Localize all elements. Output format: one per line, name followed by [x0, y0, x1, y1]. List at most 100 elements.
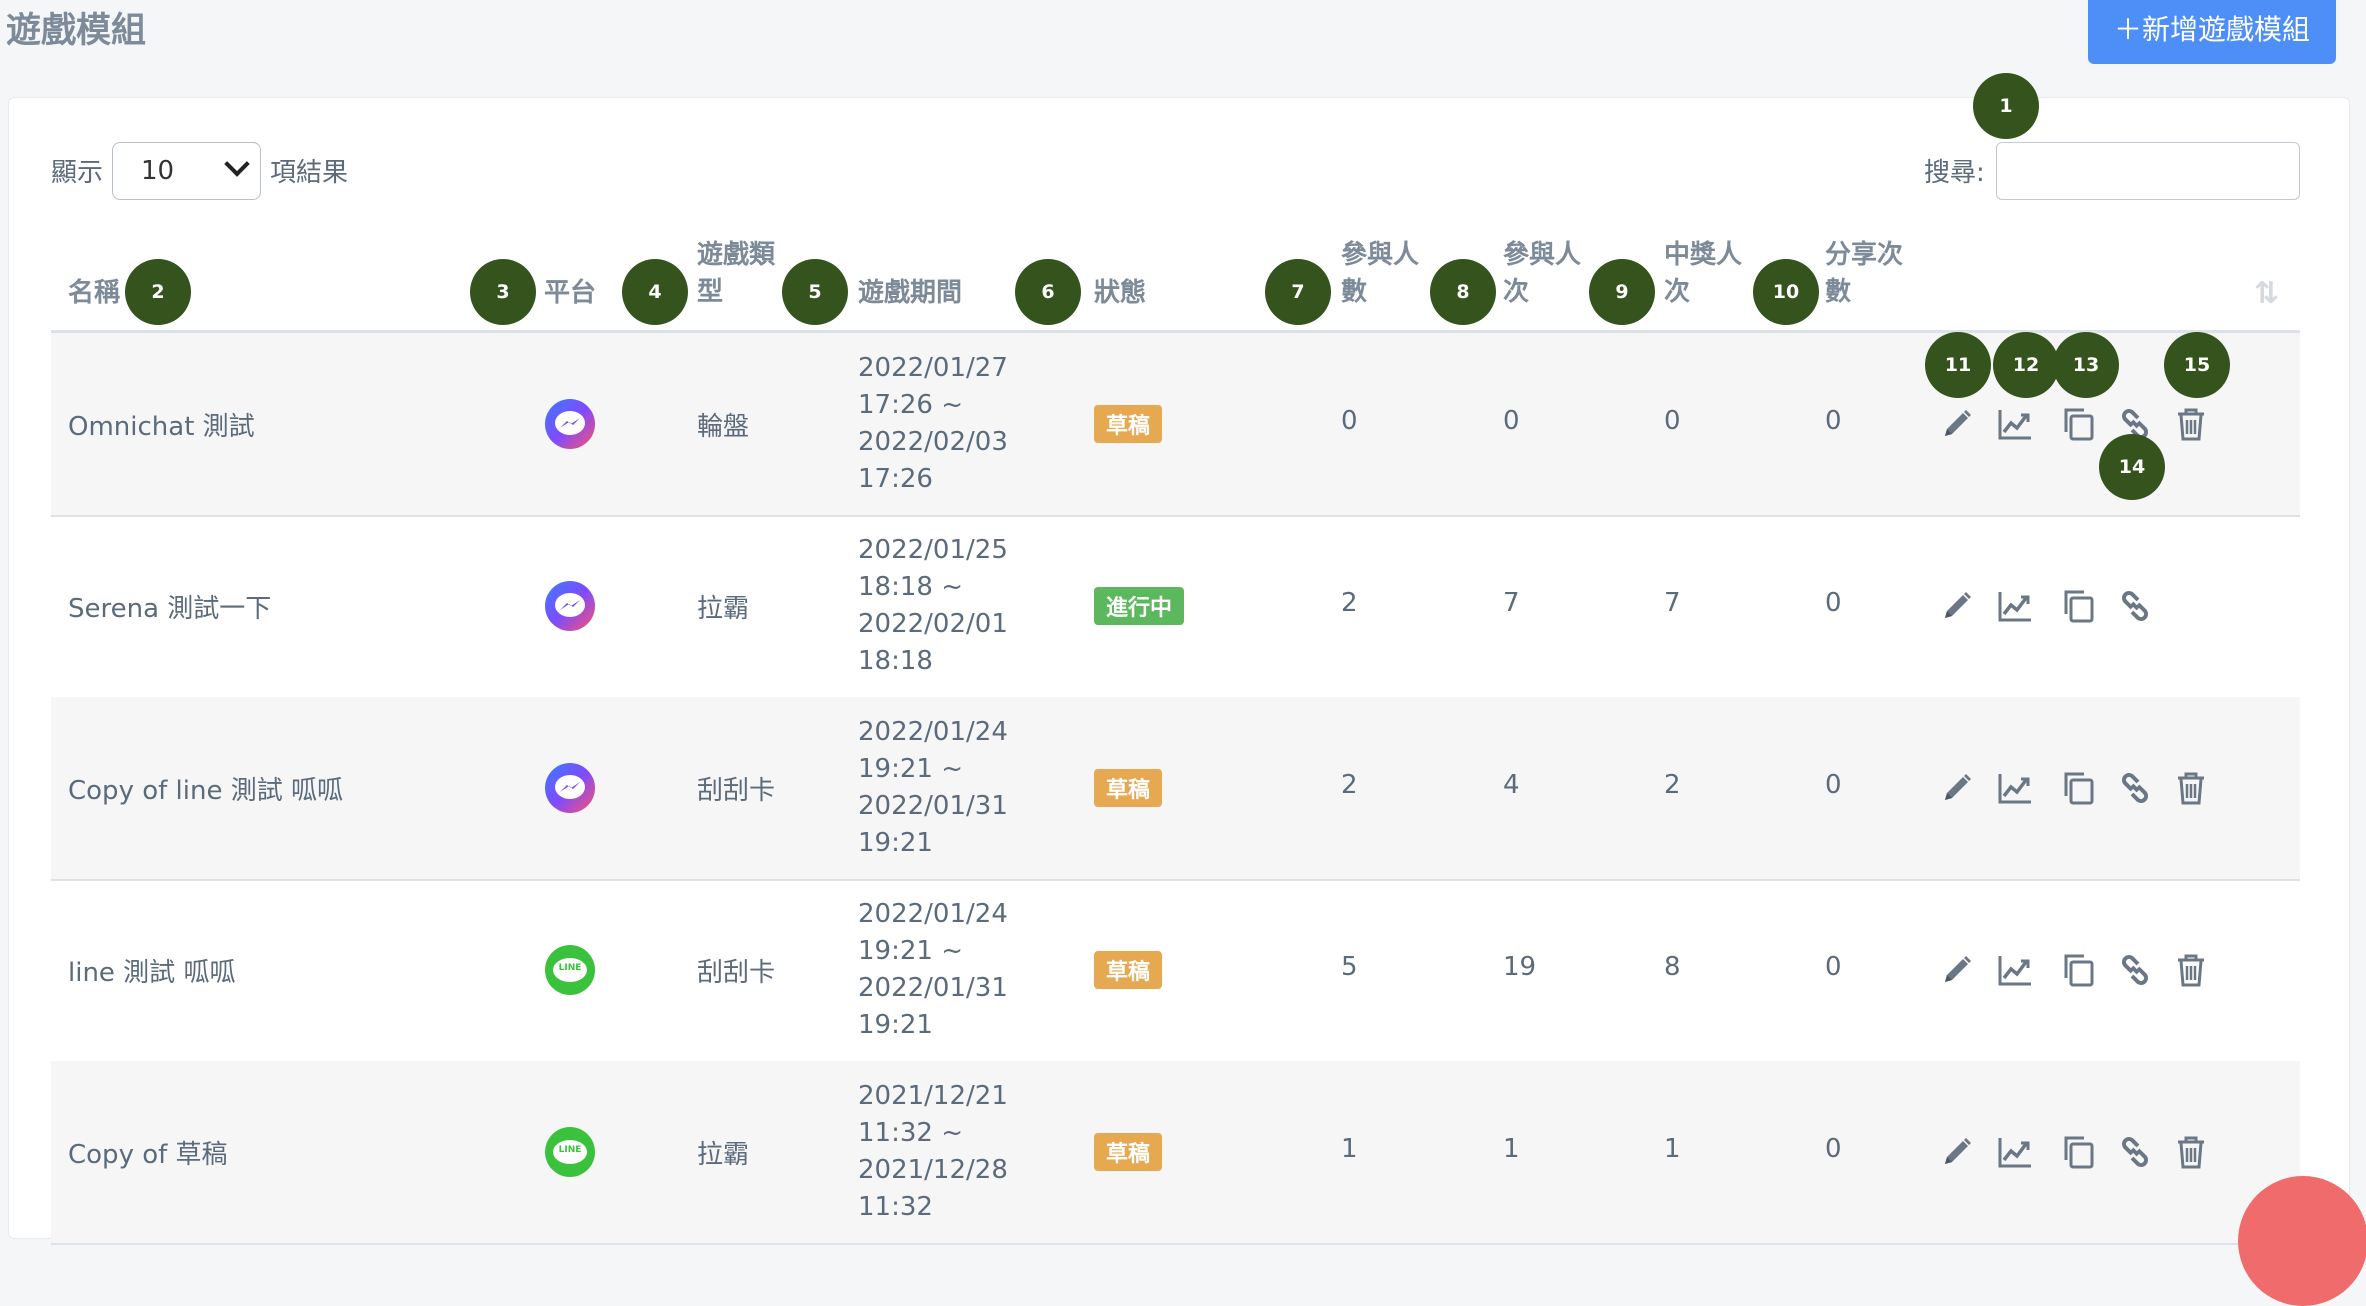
game-period: 2022/01/24 19:21 ~ 2022/01/31 19:21: [858, 714, 1008, 862]
line-app-icon: LINE: [545, 945, 595, 995]
column-header-shares-line1: 分享次: [1825, 240, 1904, 270]
floating-action-button[interactable]: [2238, 1176, 2366, 1306]
shares-count: 0: [1825, 952, 1842, 982]
link-icon: [2116, 587, 2154, 625]
messenger-icon: [545, 581, 595, 631]
delete-button[interactable]: [2172, 951, 2210, 989]
results-label: 項結果: [270, 158, 349, 188]
column-header-name[interactable]: 名稱: [68, 275, 120, 312]
column-header-status[interactable]: 狀態: [1094, 275, 1146, 312]
sort-icon[interactable]: ⇅: [2254, 276, 2279, 311]
annotation-marker: 2: [125, 259, 191, 325]
game-period-line: 2022/02/03: [858, 427, 1008, 457]
line-chart-icon: [1996, 951, 2034, 989]
column-header-participations[interactable]: 參與人 次: [1503, 237, 1581, 311]
annotation-marker: 3: [470, 259, 536, 325]
column-header-participants[interactable]: 參與人 數: [1341, 237, 1419, 311]
search-label: 搜尋:: [1924, 158, 1985, 188]
link-button[interactable]: [2116, 769, 2154, 807]
game-period: 2021/12/21 11:32 ~ 2021/12/28 11:32: [858, 1078, 1008, 1226]
column-header-game-type-line1: 遊戲類: [697, 240, 776, 270]
pencil-icon: [1938, 587, 1976, 625]
annotation-marker: 13: [2053, 332, 2119, 398]
page-title: 遊戲模組: [6, 11, 147, 51]
participations-count: 4: [1503, 770, 1520, 800]
game-period-line: 2022/01/27: [858, 353, 1008, 383]
edit-button[interactable]: [1938, 1133, 1976, 1171]
participations-count: 0: [1503, 406, 1520, 436]
link-button[interactable]: [2116, 1133, 2154, 1171]
participants-count: 5: [1341, 952, 1358, 982]
stats-button[interactable]: [1996, 405, 2034, 443]
line-app-icon: LINE: [545, 1127, 595, 1177]
annotation-marker: 4: [622, 259, 688, 325]
column-header-shares[interactable]: 分享次 數: [1825, 237, 1903, 311]
participants-count: 1: [1341, 1134, 1358, 1164]
column-header-platform[interactable]: 平台: [544, 275, 596, 312]
link-button[interactable]: [2116, 587, 2154, 625]
line-chart-icon: [1996, 587, 2034, 625]
stats-button[interactable]: [1996, 951, 2034, 989]
copy-button[interactable]: [2059, 769, 2097, 807]
winners-count: 2: [1664, 770, 1681, 800]
column-header-period[interactable]: 遊戲期間: [858, 275, 962, 312]
pencil-icon: [1938, 405, 1976, 443]
participants-count: 0: [1341, 406, 1358, 436]
column-header-participations-line2: 次: [1503, 277, 1530, 307]
column-header-game-type-line2: 型: [697, 277, 724, 307]
participants-count: 2: [1341, 770, 1358, 800]
annotation-marker: 11: [1925, 332, 1991, 398]
line-logo-text: LINE: [558, 1145, 582, 1155]
delete-button[interactable]: [2172, 405, 2210, 443]
link-button[interactable]: [2116, 951, 2154, 989]
search-input[interactable]: [1996, 142, 2300, 200]
stats-button[interactable]: [1996, 1133, 2034, 1171]
table-header: 名稱 平台 遊戲類 型 遊戲期間 狀態 參與人 數 參與人 次 中獎人 次 分享…: [51, 230, 2300, 333]
game-name: Serena 測試一下: [68, 594, 272, 624]
column-header-winners[interactable]: 中獎人 次: [1664, 237, 1742, 311]
game-period-line: 2022/01/31: [858, 791, 1008, 821]
edit-button[interactable]: [1938, 405, 1976, 443]
copy-button[interactable]: [2059, 1133, 2097, 1171]
table-row: line 測試 呱呱 LINE 刮刮卡 2022/01/24 19:21 ~2022/0…: [51, 879, 2300, 1063]
game-period-line: 11:32: [858, 1192, 933, 1222]
game-period-line: 2022/02/01: [858, 609, 1008, 639]
game-period: 2022/01/25 18:18 ~ 2022/02/01 18:18: [858, 532, 1008, 680]
messenger-icon: [545, 763, 595, 813]
copy-button[interactable]: [2059, 587, 2097, 625]
copy-button[interactable]: [2059, 405, 2097, 443]
delete-button[interactable]: [2172, 1133, 2210, 1171]
game-type: 拉霸: [697, 1140, 750, 1170]
edit-button[interactable]: [1938, 951, 1976, 989]
game-period-line: 18:18 ~: [858, 572, 963, 602]
column-header-participations-line1: 參與人: [1503, 240, 1582, 270]
winners-count: 1: [1664, 1134, 1681, 1164]
game-name: Omnichat 測試: [68, 412, 255, 442]
stats-button[interactable]: [1996, 769, 2034, 807]
shares-count: 0: [1825, 770, 1842, 800]
stats-button[interactable]: [1996, 587, 2034, 625]
messenger-bolt: [559, 415, 581, 429]
line-chart-icon: [1996, 405, 2034, 443]
annotation-marker: 14: [2099, 434, 2165, 500]
page-length-select[interactable]: 10: [112, 142, 261, 200]
game-name: line 測試 呱呱: [68, 958, 236, 988]
show-label: 顯示: [51, 158, 104, 188]
delete-button[interactable]: [2172, 769, 2210, 807]
edit-button[interactable]: [1938, 587, 1976, 625]
column-header-game-type[interactable]: 遊戲類 型: [697, 237, 775, 311]
game-period-line: 2022/01/24: [858, 899, 1008, 929]
copy-button[interactable]: [2059, 951, 2097, 989]
status-badge: 草稿: [1094, 769, 1163, 807]
status-badge: 草稿: [1094, 405, 1163, 443]
table-row: Copy of 草稿 LINE 拉霸 2021/12/21 11:32 ~2021/12…: [51, 1061, 2300, 1245]
annotation-marker: 10: [1753, 259, 1819, 325]
shares-count: 0: [1825, 406, 1842, 436]
copy-icon: [2059, 951, 2097, 989]
line-logo-text: LINE: [558, 963, 582, 973]
add-game-module-button[interactable]: ＋新增遊戲模組: [2088, 0, 2336, 64]
edit-button[interactable]: [1938, 769, 1976, 807]
pencil-icon: [1938, 1133, 1976, 1171]
shares-count: 0: [1825, 588, 1842, 618]
link-icon: [2116, 1133, 2154, 1171]
